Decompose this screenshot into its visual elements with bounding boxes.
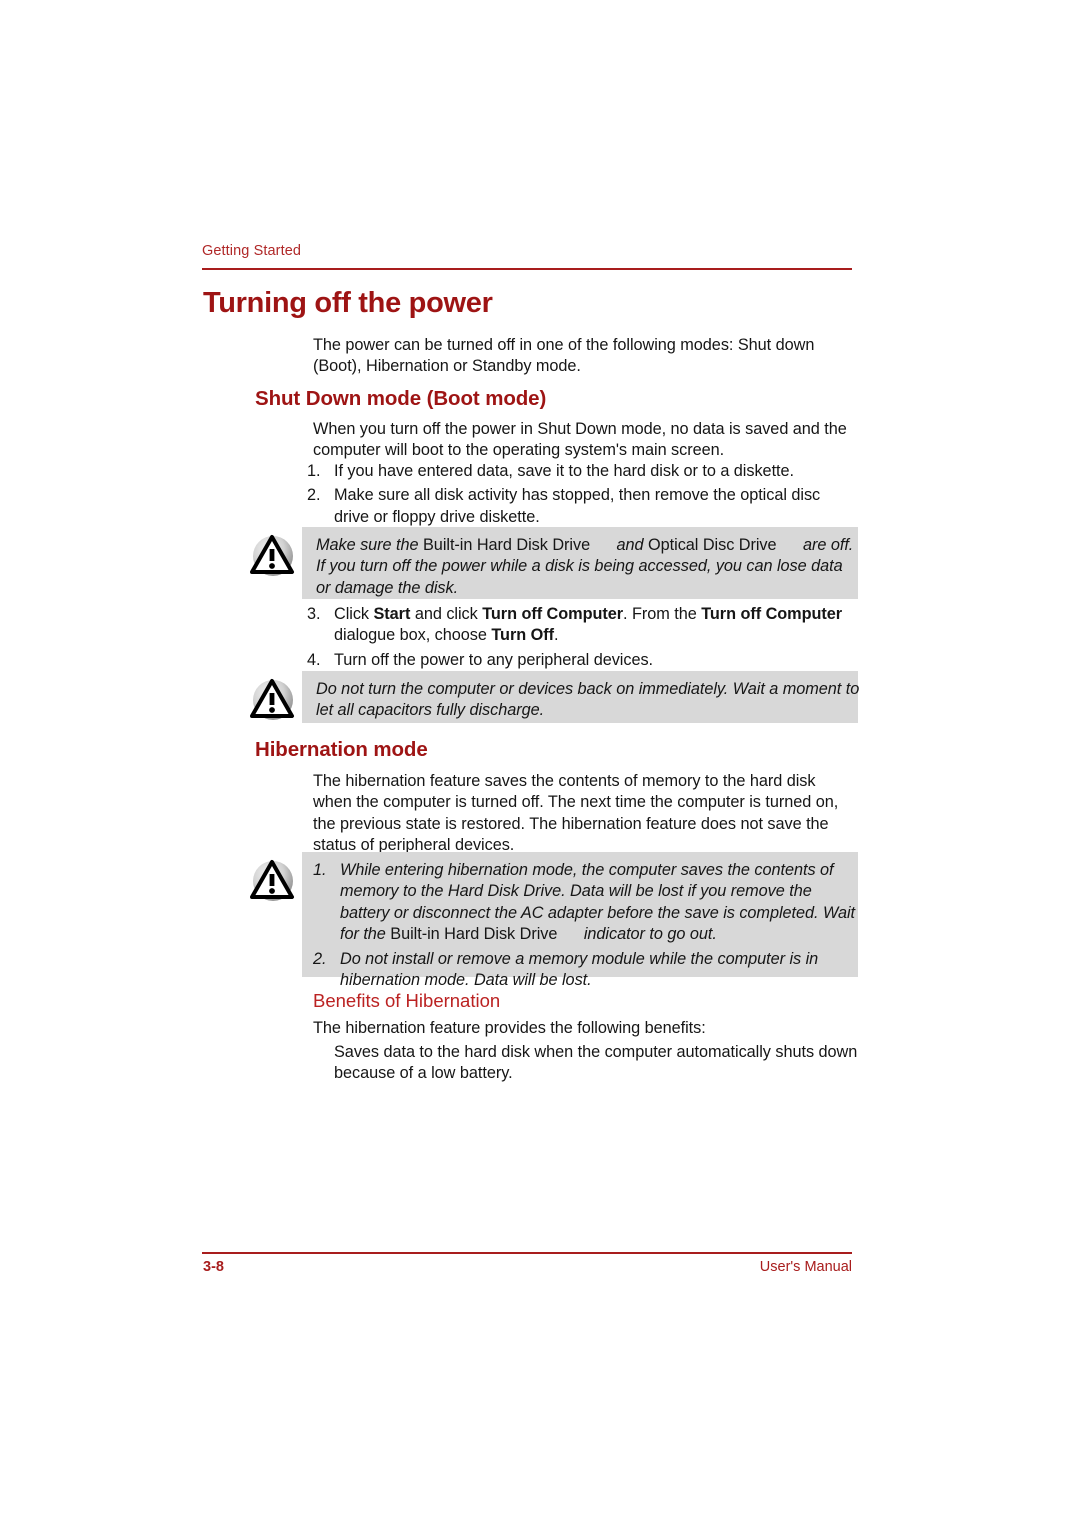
step-text-part: . — [553, 626, 559, 645]
caution-text-part: indicator to go out. — [579, 925, 717, 944]
section-heading-shutdown: Shut Down mode (Boot mode) — [255, 387, 547, 410]
list-item-text: While entering hibernation mode, the com… — [340, 861, 855, 943]
shutdown-intro-paragraph: When you turn off the power in Shut Down… — [313, 420, 847, 460]
list-item-text: Turn off the power to any peripheral dev… — [334, 650, 654, 669]
ui-label-start: Start — [373, 605, 411, 623]
list-item-number: 1. — [307, 462, 321, 480]
list-item: 1. While entering hibernation mode, the … — [313, 860, 858, 946]
caution-text-1: Make sure the Built-in Hard Disk Drive a… — [316, 535, 861, 599]
list-item-text: Click Start and click Turn off Computer.… — [334, 605, 842, 644]
indicator-name: Optical Disc Drive — [648, 536, 777, 554]
warning-triangle-icon — [248, 531, 298, 581]
ui-label-turn-off-computer-dialog: Turn off Computer — [701, 605, 843, 623]
indicator-name: Built-in Hard Disk Drive — [423, 536, 591, 554]
benefits-paragraph: The hibernation feature provides the fol… — [313, 1019, 706, 1037]
shutdown-steps-list-a: 1. If you have entered data, save it to … — [307, 461, 855, 528]
step-text-part: . From the — [623, 605, 702, 623]
step-text-part: dialogue box, choose — [334, 626, 492, 645]
list-item: 1. If you have entered data, save it to … — [307, 461, 855, 482]
list-item-text: If you have entered data, save it to the… — [334, 462, 794, 480]
hibernation-paragraph: The hibernation feature saves the conten… — [313, 772, 839, 855]
list-item-text: Make sure all disk activity has stopped,… — [334, 486, 821, 526]
warning-triangle-icon — [248, 856, 298, 906]
list-item-number: 1. — [313, 861, 327, 879]
running-header: Getting Started — [202, 243, 852, 260]
list-item: 3. Click Start and click Turn off Comput… — [307, 604, 855, 647]
list-item: 2. Do not install or remove a memory mod… — [313, 949, 858, 992]
caution-text-2: Do not turn the computer or devices back… — [316, 680, 860, 720]
list-item-number: 4. — [307, 650, 321, 669]
footer-rule — [202, 1252, 852, 1254]
caution-text-part: Make sure the — [316, 536, 423, 554]
manual-page: Getting Started Turning off the power Th… — [0, 0, 1080, 1528]
list-item: 2. Make sure all disk activity has stopp… — [307, 485, 855, 528]
list-item-number: 3. — [307, 605, 321, 623]
list-item: 4. Turn off the power to any peripheral … — [307, 650, 855, 671]
list-item-number: 2. — [313, 949, 327, 968]
intro-paragraph: The power can be turned off in one of th… — [313, 336, 815, 376]
section-heading-hibernation: Hibernation mode — [255, 738, 428, 761]
benefits-bullet: Saves data to the hard disk when the com… — [334, 1043, 858, 1083]
caution-text-part: and — [612, 536, 649, 554]
shutdown-steps-list-b: 3. Click Start and click Turn off Comput… — [307, 604, 855, 671]
ui-label-turn-off-computer: Turn off Computer — [482, 605, 624, 623]
header-rule — [202, 268, 852, 270]
step-text-part: and click — [410, 605, 483, 623]
step-text-part: Click — [334, 605, 374, 623]
list-item-number: 2. — [307, 486, 321, 505]
warning-triangle-icon — [248, 675, 298, 725]
caution-list-3: 1. While entering hibernation mode, the … — [313, 860, 858, 991]
subsection-heading-benefits: Benefits of Hibernation — [313, 990, 501, 1011]
page-number: 3-8 — [203, 1259, 224, 1275]
indicator-name: Built-in Hard Disk Drive — [390, 925, 558, 944]
list-item-text: Do not install or remove a memory module… — [340, 949, 819, 990]
ui-label-turn-off: Turn Off — [491, 626, 554, 645]
manual-label: User's Manual — [759, 1259, 852, 1275]
page-title: Turning off the power — [203, 287, 493, 319]
running-header-text: Getting Started — [202, 243, 302, 259]
